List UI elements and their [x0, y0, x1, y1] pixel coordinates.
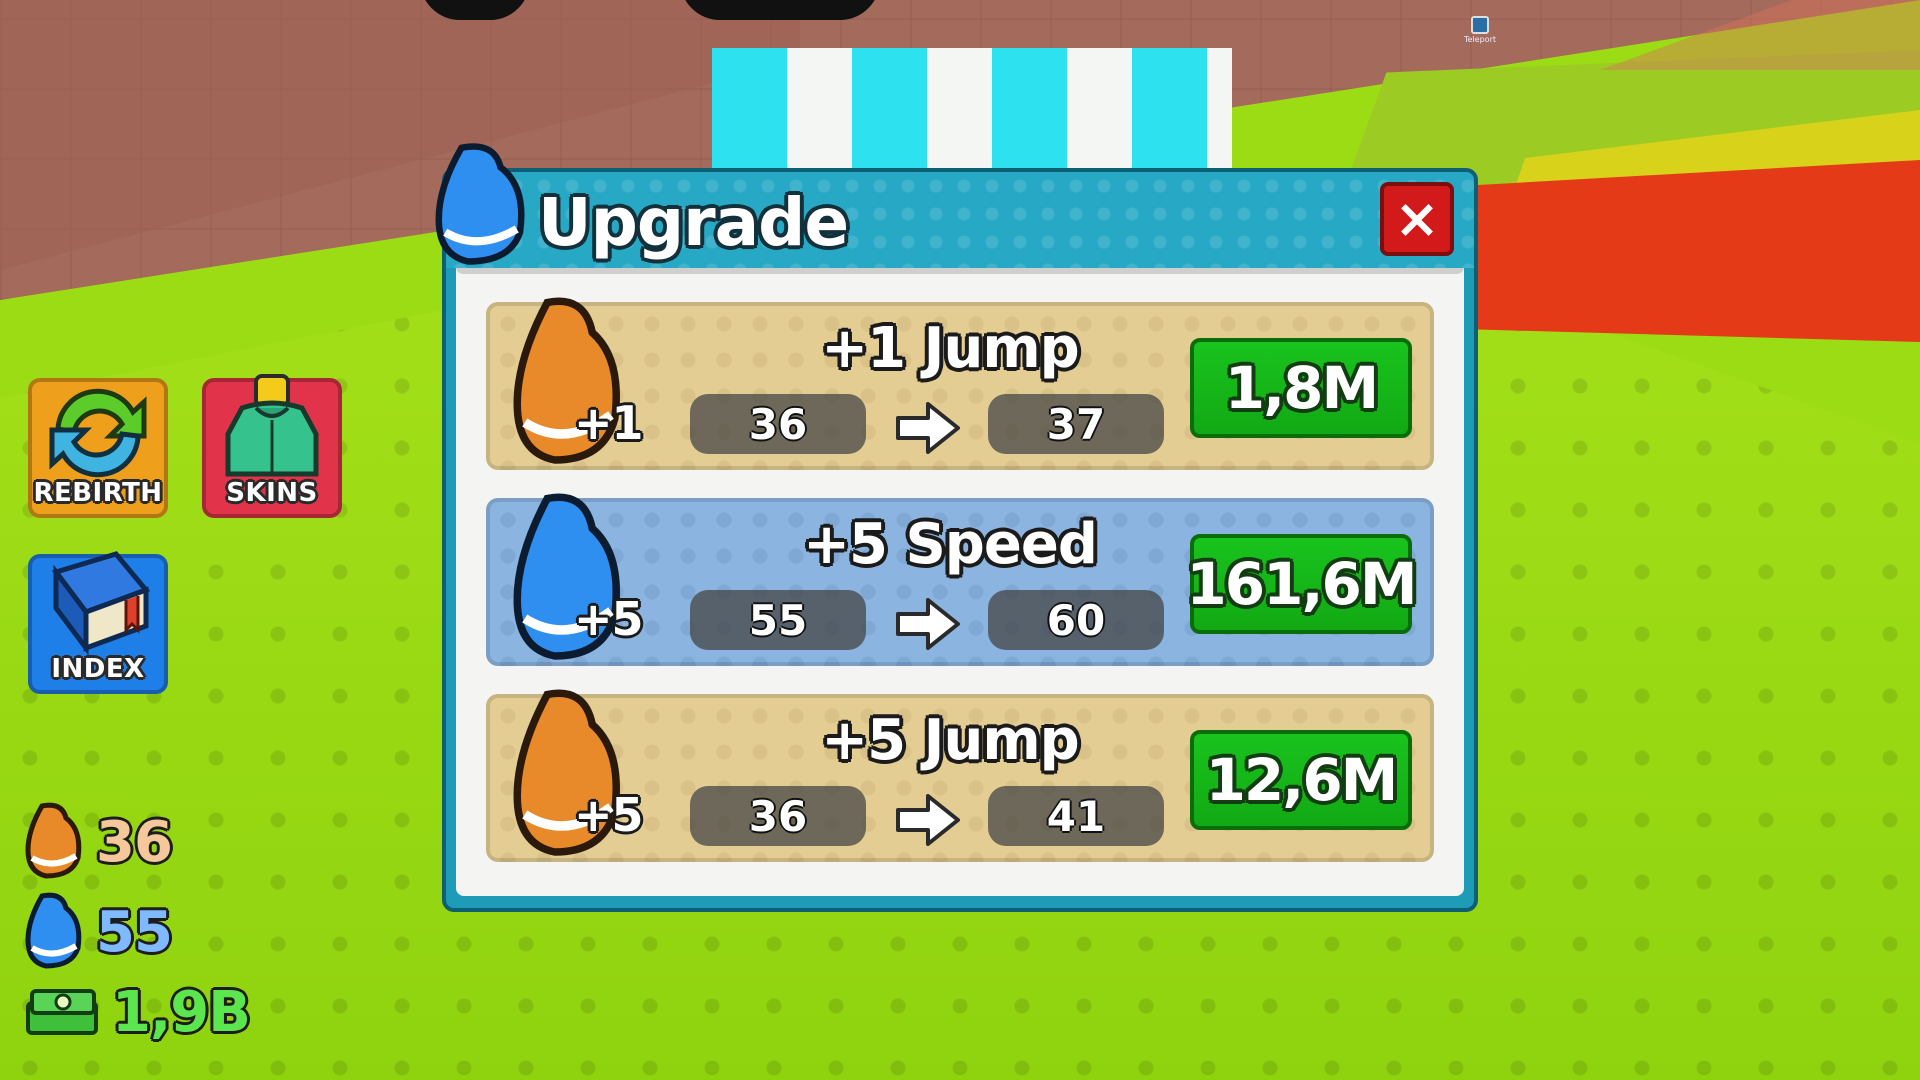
teleport-icon — [1471, 16, 1489, 34]
current-value: 36 — [690, 786, 866, 846]
dark-object — [680, 0, 880, 20]
next-value: 37 — [988, 394, 1164, 454]
orange-shoe-icon — [506, 292, 626, 482]
blue-shoe-icon — [22, 890, 86, 974]
panel-header: Upgrade × — [435, 143, 1474, 268]
upgrade-card-speed-5: +5 +5 Speed 55 60 161,6M — [486, 493, 1434, 666]
speed-value: 55 — [96, 899, 173, 965]
cash-stack-icon — [22, 981, 102, 1045]
blue-shoe-icon — [426, 138, 536, 272]
orange-shoe-icon — [506, 684, 626, 874]
cash-value: 1,9B — [112, 980, 251, 1045]
blue-shoe-icon — [506, 488, 626, 678]
price-label: 161,6M — [1186, 550, 1417, 618]
current-value: 55 — [690, 590, 866, 650]
rebirth-arrows-icon — [38, 374, 158, 488]
arrow-right-icon — [894, 596, 964, 656]
upgrade-title: +5 Jump — [821, 708, 1080, 773]
rebirth-button[interactable]: REBIRTH — [28, 378, 168, 518]
current-value: 36 — [690, 394, 866, 454]
upgrade-card-jump-5: +5 +5 Jump 36 41 12,6M — [486, 689, 1434, 862]
cash-stat: 1,9B — [22, 980, 251, 1045]
index-button[interactable]: INDEX — [28, 551, 168, 694]
close-icon: × — [1394, 187, 1440, 250]
next-value: 60 — [988, 590, 1164, 650]
upgrade-amount: +5 — [574, 788, 644, 842]
upgrade-list[interactable]: +1 +1 Jump 36 37 1,8M +5 +5 Speed 55 60 … — [456, 268, 1464, 896]
hoodie-icon — [212, 374, 332, 488]
jump-value: 36 — [96, 809, 173, 875]
buy-button[interactable]: 161,6M — [1186, 534, 1418, 634]
price-label: 12,6M — [1205, 746, 1399, 814]
upgrade-amount: +1 — [574, 396, 644, 450]
buy-button[interactable]: 12,6M — [1190, 730, 1412, 830]
panel-title: Upgrade — [538, 184, 849, 261]
close-button[interactable]: × — [1380, 182, 1454, 256]
skins-button[interactable]: SKINS — [202, 374, 342, 518]
teleport-marker[interactable]: Teleport — [1462, 16, 1498, 44]
book-icon — [38, 550, 158, 664]
orange-shoe-icon — [22, 800, 86, 884]
speed-stat: 55 — [22, 890, 173, 974]
upgrade-title: +1 Jump — [821, 316, 1080, 381]
teleport-label: Teleport — [1464, 35, 1496, 44]
upgrade-card-jump-1: +1 +1 Jump 36 37 1,8M — [486, 297, 1434, 470]
list-top-edge — [456, 268, 1464, 274]
jump-stat: 36 — [22, 800, 173, 884]
arrow-right-icon — [894, 400, 964, 460]
price-label: 1,8M — [1224, 354, 1379, 422]
upgrade-panel: Upgrade × +1 +1 Jump 36 37 1,8M +5 +5 Sp… — [435, 143, 1478, 912]
buy-button[interactable]: 1,8M — [1190, 338, 1412, 438]
upgrade-title: +5 Speed — [803, 512, 1098, 577]
arrow-right-icon — [894, 792, 964, 852]
upgrade-amount: +5 — [574, 592, 644, 646]
next-value: 41 — [988, 786, 1164, 846]
